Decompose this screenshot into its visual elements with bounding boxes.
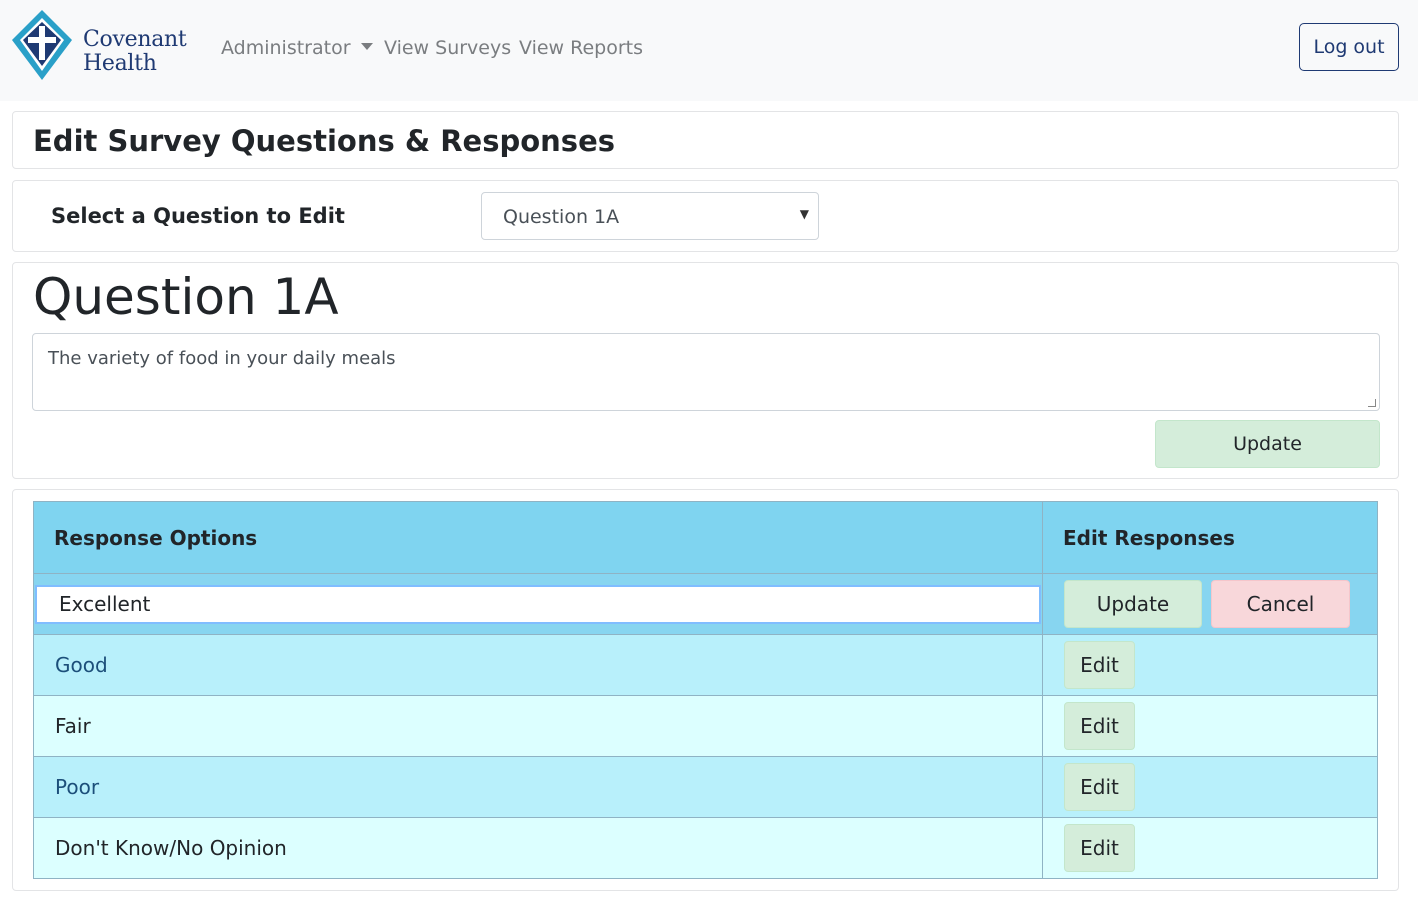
response-edit-actions: Update Cancel: [1042, 573, 1378, 635]
response-option-label: Don't Know/No Opinion: [55, 836, 287, 860]
edit-response-button[interactable]: Edit: [1064, 641, 1135, 689]
covenant-cross-logo-icon: [12, 10, 72, 80]
brand-logo[interactable]: Covenant Health: [10, 8, 190, 84]
response-option-cell: Fair: [33, 695, 1043, 757]
nav-view-reports[interactable]: View Reports: [519, 36, 643, 60]
response-edit-input[interactable]: [35, 584, 1041, 624]
response-option-cell: Poor: [33, 756, 1043, 818]
update-response-button[interactable]: Update: [1064, 580, 1202, 628]
cancel-response-button[interactable]: Cancel: [1211, 580, 1350, 628]
question-heading: Question 1A: [33, 268, 339, 326]
response-option-label: Good: [55, 653, 108, 677]
response-action-cell: Edit: [1042, 817, 1378, 879]
responses-card: Response Options Edit Responses UpdateCa…: [12, 489, 1399, 891]
nav-administrator-label: Administrator: [221, 37, 351, 59]
table-header-row: Response Options Edit Responses: [33, 501, 1378, 574]
page-title-card: Edit Survey Questions & Responses: [12, 111, 1399, 169]
response-option-label: Fair: [55, 714, 91, 738]
question-edit-card: Question 1A The variety of food in your …: [12, 262, 1399, 479]
navbar: Covenant Health Administrator View Surve…: [0, 0, 1418, 101]
table-row: Fair Edit: [33, 695, 1378, 757]
response-action-cell: Edit: [1042, 634, 1378, 696]
response-action-cell: Edit: [1042, 695, 1378, 757]
brand-name: Covenant Health: [83, 27, 187, 76]
question-select[interactable]: Question 1A ▼: [481, 192, 819, 240]
table-row: Don't Know/No Opinion Edit: [33, 817, 1378, 879]
edit-response-button[interactable]: Edit: [1064, 702, 1135, 750]
column-header-edit-responses: Edit Responses: [1042, 501, 1378, 574]
table-row: Good Edit: [33, 634, 1378, 696]
page-title: Edit Survey Questions & Responses: [33, 124, 615, 158]
response-option-cell: Good: [33, 634, 1043, 696]
response-option-cell: Don't Know/No Opinion: [33, 817, 1043, 879]
logout-button[interactable]: Log out: [1299, 23, 1399, 71]
response-action-cell: Edit: [1042, 756, 1378, 818]
response-option-label: Poor: [55, 775, 100, 799]
nav-view-surveys[interactable]: View Surveys: [384, 36, 511, 60]
question-select-value: Question 1A: [503, 206, 620, 228]
brand-line-2: Health: [83, 51, 157, 76]
nav-administrator-dropdown[interactable]: Administrator: [221, 36, 373, 60]
dropdown-arrow-icon: ▼: [799, 207, 809, 221]
table-row: Poor Edit: [33, 756, 1378, 818]
brand-line-1: Covenant: [83, 27, 187, 52]
caret-down-icon: [360, 43, 373, 50]
resize-grip-icon[interactable]: [1368, 399, 1376, 407]
update-question-button[interactable]: Update: [1155, 420, 1380, 468]
edit-response-button[interactable]: Edit: [1064, 824, 1135, 872]
response-edit-cell: [33, 573, 1043, 635]
question-select-label: Select a Question to Edit: [51, 204, 345, 228]
responses-table: Response Options Edit Responses UpdateCa…: [33, 501, 1378, 879]
question-text-area[interactable]: The variety of food in your daily meals: [32, 333, 1380, 411]
question-select-card: Select a Question to Edit Question 1A ▼: [12, 180, 1399, 252]
edit-response-button[interactable]: Edit: [1064, 763, 1135, 811]
column-header-response-options: Response Options: [33, 501, 1043, 574]
table-row-editing: UpdateCancel: [33, 573, 1378, 635]
question-text: The variety of food in your daily meals: [48, 348, 396, 369]
